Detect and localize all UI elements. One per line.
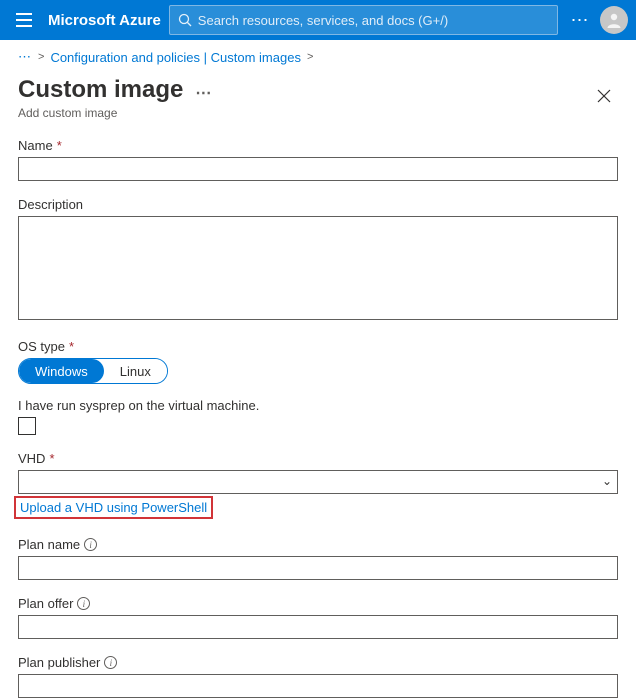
sysprep-label: I have run sysprep on the virtual machin…	[18, 398, 618, 413]
breadcrumb-more[interactable]: ⋯	[18, 49, 32, 65]
vhd-link-highlight: Upload a VHD using PowerShell	[14, 496, 213, 519]
close-button[interactable]	[590, 82, 618, 110]
plan-offer-label: Plan offer	[18, 596, 73, 611]
page-title: Custom image	[18, 76, 183, 104]
search-input[interactable]	[198, 13, 549, 28]
hamburger-menu[interactable]	[8, 4, 40, 36]
search-icon	[178, 13, 192, 27]
chevron-right-icon: >	[307, 51, 313, 63]
info-icon[interactable]: i	[84, 538, 97, 551]
field-plan-offer: Plan offer i	[18, 596, 618, 639]
name-label: Name	[18, 138, 53, 153]
os-type-toggle: Windows Linux	[18, 358, 168, 384]
required-icon: *	[49, 451, 54, 466]
os-linux-option[interactable]: Linux	[104, 359, 167, 383]
field-plan-publisher: Plan publisher i	[18, 655, 618, 698]
vhd-label: VHD	[18, 451, 45, 466]
name-input[interactable]	[18, 157, 618, 181]
required-icon: *	[57, 138, 62, 153]
azure-header: Microsoft Azure ⋯	[0, 0, 636, 40]
plan-offer-input[interactable]	[18, 615, 618, 639]
person-icon	[605, 11, 623, 29]
custom-image-form: Name * Description OS type * Windows Lin…	[0, 120, 636, 698]
title-row: Custom image ⋯ Add custom image	[0, 74, 636, 120]
info-icon[interactable]: i	[104, 656, 117, 669]
plan-name-input[interactable]	[18, 556, 618, 580]
plan-name-label: Plan name	[18, 537, 80, 552]
os-windows-option[interactable]: Windows	[19, 359, 104, 383]
plan-publisher-input[interactable]	[18, 674, 618, 698]
hamburger-icon	[16, 13, 32, 27]
field-os-type: OS type * Windows Linux I have run syspr…	[18, 339, 618, 435]
title-more-button[interactable]: ⋯	[195, 83, 212, 103]
brand-label[interactable]: Microsoft Azure	[48, 12, 161, 29]
required-icon: *	[69, 339, 74, 354]
header-more-button[interactable]: ⋯	[566, 10, 594, 31]
global-search[interactable]	[169, 5, 558, 35]
chevron-right-icon: >	[38, 51, 44, 63]
plan-publisher-label: Plan publisher	[18, 655, 100, 670]
field-plan-name: Plan name i	[18, 537, 618, 580]
user-avatar[interactable]	[600, 6, 628, 34]
close-icon	[597, 89, 611, 103]
breadcrumb: ⋯ > Configuration and policies | Custom …	[0, 40, 636, 74]
page-subtitle: Add custom image	[18, 106, 590, 120]
field-name: Name *	[18, 138, 618, 181]
ostype-label: OS type	[18, 339, 65, 354]
field-vhd: VHD * ⌄ Upload a VHD using PowerShell	[18, 451, 618, 519]
vhd-select[interactable]	[18, 470, 618, 494]
upload-vhd-link[interactable]: Upload a VHD using PowerShell	[20, 500, 207, 515]
header-actions: ⋯	[566, 6, 628, 34]
description-input[interactable]	[18, 216, 618, 320]
info-icon[interactable]: i	[77, 597, 90, 610]
breadcrumb-link[interactable]: Configuration and policies | Custom imag…	[50, 50, 301, 65]
description-label: Description	[18, 197, 83, 212]
field-description: Description	[18, 197, 618, 323]
sysprep-checkbox[interactable]	[18, 417, 36, 435]
